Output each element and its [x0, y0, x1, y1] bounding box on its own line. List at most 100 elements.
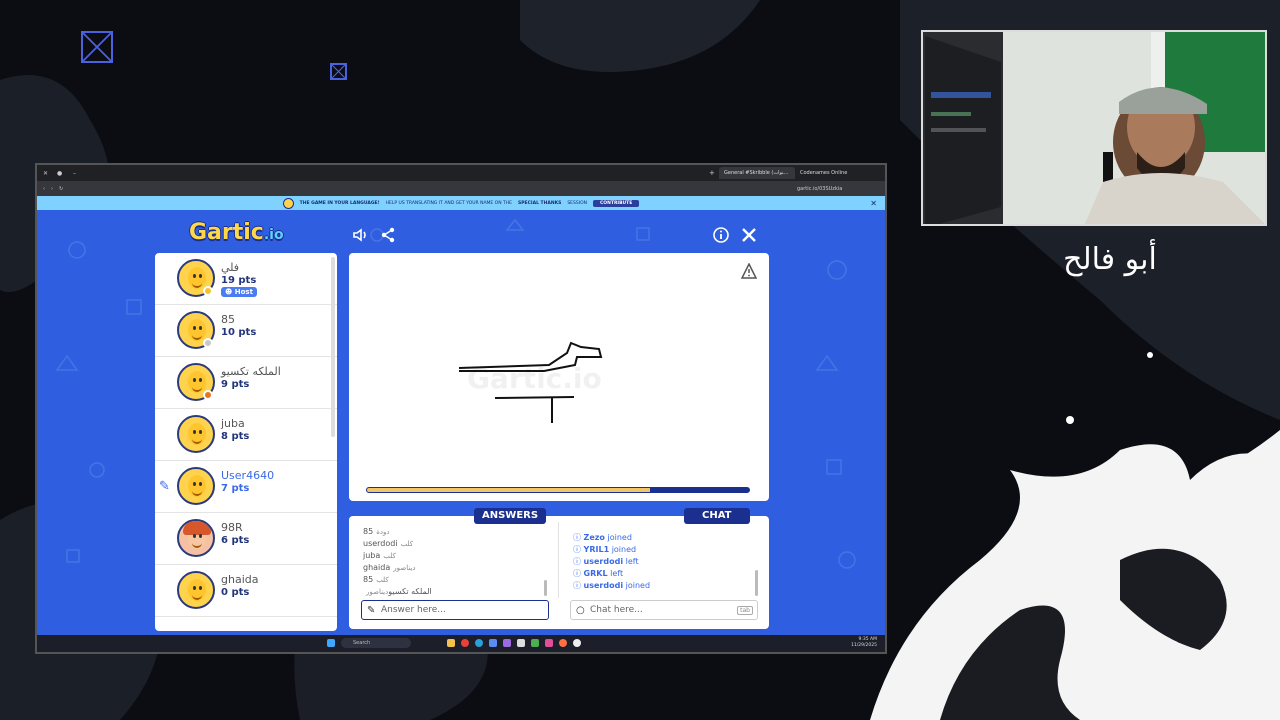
minimize-icon[interactable]: – [73, 170, 76, 177]
player-name: juba [221, 417, 245, 430]
streamer-name: أبو فالح [1063, 242, 1157, 277]
player-row[interactable]: 85 10 pts [155, 305, 337, 357]
app-icon[interactable] [573, 639, 581, 647]
back-icon[interactable]: ‹ [43, 186, 45, 192]
answer-line: juba كلب [363, 550, 553, 562]
app-icon[interactable] [559, 639, 567, 647]
system-clock[interactable]: 9:35 AM 11/29/2025 [851, 637, 877, 649]
answer-player: الملكه تكسيو [388, 587, 432, 596]
status-dot [203, 338, 213, 348]
edge-icon[interactable] [475, 639, 483, 647]
chat-placeholder: Chat here... [590, 605, 643, 615]
browser-window: ✕ ● – + General #Skribble (قنوات) - Gart… [35, 163, 887, 654]
reload-icon[interactable]: ↻ [59, 186, 63, 192]
answer-player: 85 [363, 527, 374, 536]
panel-divider [558, 522, 559, 598]
tab-answers[interactable]: ANSWERS [474, 508, 547, 524]
player-points: 19 pts [221, 275, 257, 286]
info-icon[interactable] [712, 226, 730, 244]
chat-action: left [625, 557, 639, 566]
share-icon[interactable] [379, 226, 397, 244]
answer-guess: دودة [376, 528, 390, 536]
game-area: Gartic.io فلي 19 pts ☻ Host 85 10 pts ال… [37, 210, 885, 635]
chat-player: YRIL1 [583, 545, 610, 554]
contribute-button[interactable]: CONTRIBUTE [592, 199, 640, 207]
store-icon[interactable] [489, 639, 497, 647]
os-taskbar: Search 9:35 AM 11/29/2025 [37, 635, 885, 652]
player-row[interactable]: juba 8 pts [155, 409, 337, 461]
decorative-box-icon [330, 63, 347, 80]
player-row[interactable]: ghaida 0 pts [155, 565, 337, 617]
chat-scrollbar[interactable] [755, 570, 758, 596]
drawing-strokes: Gartic.io [458, 341, 603, 423]
player-row-current-user[interactable]: ✎ User4640 7 pts [155, 461, 337, 513]
host-badge: ☻ Host [221, 287, 257, 297]
banner-close-icon[interactable]: ✕ [870, 199, 877, 208]
chrome-icon[interactable] [461, 639, 469, 647]
player-name: 85 [221, 313, 235, 326]
forward-icon[interactable]: › [51, 186, 53, 192]
tab-bar: ✕ ● – + General #Skribble (قنوات) - Gart… [37, 165, 885, 181]
banner-link[interactable]: SPECIAL THANKS [518, 201, 561, 206]
app-icon[interactable] [531, 639, 539, 647]
app-icon[interactable] [545, 639, 553, 647]
sound-icon[interactable] [351, 226, 369, 244]
address-bar[interactable]: ‹ › ↻ gartic.io/03SUzkia [37, 181, 885, 196]
player-points: 7 pts [221, 483, 250, 494]
chat-line: ⓘ Zezo joined [573, 533, 632, 542]
app-icon[interactable] [517, 639, 525, 647]
player-points: 9 pts [221, 379, 250, 390]
chat-line: ⓘ userdodi joined [573, 581, 651, 590]
players-scrollbar[interactable] [331, 257, 335, 437]
close-icon[interactable] [740, 226, 758, 244]
answer-guess: كلب [376, 576, 389, 584]
tab-gartic[interactable]: General #Skribble (قنوات) - Gartic [719, 167, 795, 179]
clock-date: 11/29/2025 [851, 643, 877, 648]
player-row[interactable]: 98R 6 pts [155, 513, 337, 565]
answer-input[interactable]: ✎ Answer here... [361, 600, 549, 620]
answer-line: ghaida ديناصور [363, 562, 553, 574]
answer-line: 85 دودة [363, 526, 553, 538]
gartic-logo: Gartic.io [189, 220, 284, 245]
url-text[interactable]: gartic.io/03SUzkia [797, 186, 842, 192]
chat-list: ⓘ Zezo joined ⓘ YRIL1 joined ⓘ userdodi … [573, 532, 753, 592]
new-tab-icon[interactable]: + [709, 169, 715, 177]
app-icon[interactable] [503, 639, 511, 647]
file-explorer-icon[interactable] [447, 639, 455, 647]
tab-codenames[interactable]: Codenames Online [795, 167, 865, 179]
chat-player: GRKL [583, 569, 608, 578]
player-row[interactable]: الملكه تكسيو 9 pts [155, 357, 337, 409]
answer-guess: كلب [400, 540, 414, 548]
answers-scrollbar[interactable] [544, 580, 547, 596]
windows-start-icon[interactable] [327, 639, 335, 647]
webcam-feed [921, 30, 1267, 226]
player-name: 98R [221, 521, 243, 534]
status-dot [203, 390, 213, 400]
player-points: 6 pts [221, 535, 250, 546]
banner-heading: THE GAME IN YOUR LANGUAGE! [299, 200, 380, 206]
logo-text: Gartic [189, 220, 264, 245]
tab-key-hint: tab [737, 605, 753, 615]
drawing-canvas[interactable]: Gartic.io [349, 253, 769, 501]
answers-list: 85 دودة userdodi كلب juba كلب ghaida ديناصور… [363, 526, 553, 598]
taskbar-search[interactable]: Search [341, 638, 411, 648]
report-warning-icon[interactable] [741, 263, 757, 279]
player-row[interactable]: فلي 19 pts ☻ Host [155, 253, 337, 305]
answer-line: الملكه تكسيوديناصور [363, 586, 553, 598]
banner-text: HELP US TRANSLATING IT AND GET YOUR NAME… [385, 200, 512, 206]
browser-menu-icon[interactable]: ● [57, 170, 62, 177]
window-close-icon[interactable]: ✕ [43, 170, 48, 177]
answer-line: userdodi كلب [363, 538, 553, 550]
chat-player: userdodi [583, 557, 624, 566]
player-name: فلي [221, 261, 240, 274]
time-progress-bar [366, 487, 750, 493]
chat-input[interactable]: ○ Chat here... tab [570, 600, 758, 620]
translation-banner: THE GAME IN YOUR LANGUAGE! HELP US TRANS… [37, 196, 885, 210]
players-list: فلي 19 pts ☻ Host 85 10 pts الملكه تكسيو… [155, 253, 337, 631]
chat-action: left [610, 569, 624, 578]
player-points: 8 pts [221, 431, 250, 442]
chat-line: ⓘ GRKL left [573, 569, 624, 578]
logo-suffix: .io [263, 227, 284, 243]
tab-chat[interactable]: CHAT [684, 508, 750, 524]
translate-icon [282, 197, 294, 209]
